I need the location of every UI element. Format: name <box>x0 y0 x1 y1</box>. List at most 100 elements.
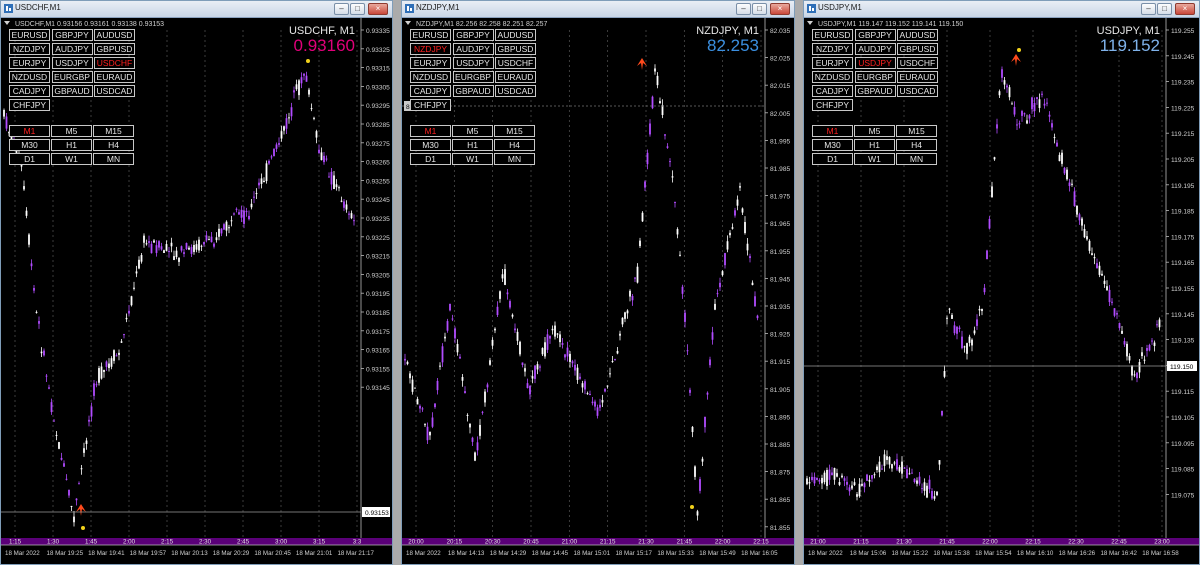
symbol-button-usdjpy[interactable]: USDJPY <box>51 57 93 69</box>
symbol-button-chfjpy[interactable]: CHFJPY <box>410 99 451 111</box>
maximize-button[interactable]: □ <box>1157 3 1172 15</box>
timeframe-button-m5[interactable]: M5 <box>51 125 92 137</box>
timeframe-button-h4[interactable]: H4 <box>93 139 134 151</box>
symbol-button-eurjpy[interactable]: EURJPY <box>9 57 50 69</box>
chart-area[interactable]: USDJPY,M1 119.147 119.152 119.141 119.15… <box>804 18 1199 564</box>
symbol-button-eurgbp[interactable]: EURGBP <box>452 71 494 83</box>
timeframe-button-m1[interactable]: M1 <box>812 125 853 137</box>
timeframe-button-m15[interactable]: M15 <box>93 125 134 137</box>
symbol-button-eurgbp[interactable]: EURGBP <box>854 71 896 83</box>
timeframe-button-h1[interactable]: H1 <box>452 139 493 151</box>
timeframe-button-w1[interactable]: W1 <box>854 153 895 165</box>
window-titlebar[interactable]: NZDJPY,M1 – □ × <box>402 1 794 18</box>
candle-body <box>963 346 966 348</box>
window-titlebar[interactable]: USDCHF,M1 – □ × <box>1 1 392 18</box>
timeframe-button-mn[interactable]: MN <box>896 153 937 165</box>
timeframe-button-m5[interactable]: M5 <box>452 125 493 137</box>
price-tick-label: 81.945 <box>770 276 791 283</box>
timeframe-button-d1[interactable]: D1 <box>410 153 451 165</box>
timeframe-button-m30[interactable]: M30 <box>410 139 451 151</box>
minimize-button[interactable]: – <box>736 3 751 15</box>
candle-body <box>308 89 310 95</box>
close-button[interactable]: × <box>770 3 790 15</box>
symbol-button-audusd[interactable]: AUDUSD <box>94 29 135 41</box>
symbol-button-euraud[interactable]: EURAUD <box>495 71 536 83</box>
symbol-button-usdjpy[interactable]: USDJPY <box>854 57 896 69</box>
symbol-button-gbpjpy[interactable]: GBPJPY <box>51 29 93 41</box>
symbol-button-usdcad[interactable]: USDCAD <box>495 85 536 97</box>
symbol-button-nzdjpy[interactable]: NZDJPY <box>410 43 451 55</box>
symbol-button-gbpaud[interactable]: GBPAUD <box>51 85 93 97</box>
timeframe-button-m15[interactable]: M15 <box>494 125 535 137</box>
chart-window-usdjpy[interactable]: USDJPY,M1 – □ × USDJPY,M1 119.147 119.15… <box>803 0 1200 565</box>
timeframe-button-mn[interactable]: MN <box>93 153 134 165</box>
price-tick-label: 119.185 <box>1171 209 1195 216</box>
minimize-button[interactable]: – <box>1141 3 1156 15</box>
symbol-button-usdjpy[interactable]: USDJPY <box>452 57 494 69</box>
timeframe-button-h1[interactable]: H1 <box>51 139 92 151</box>
symbol-button-usdchf[interactable]: USDCHF <box>94 57 135 69</box>
price-tick-label: 119.135 <box>1171 338 1195 345</box>
symbol-button-gbpusd[interactable]: GBPUSD <box>94 43 135 55</box>
timeframe-button-m15[interactable]: M15 <box>896 125 937 137</box>
symbol-button-gbpjpy[interactable]: GBPJPY <box>854 29 896 41</box>
symbol-button-gbpjpy[interactable]: GBPJPY <box>452 29 494 41</box>
symbol-button-eurusd[interactable]: EURUSD <box>9 29 50 41</box>
timeframe-button-m1[interactable]: M1 <box>9 125 50 137</box>
symbol-button-gbpusd[interactable]: GBPUSD <box>897 43 938 55</box>
chart-area[interactable]: USDCHF,M1 0.93156 0.93161 0.93138 0.9315… <box>1 18 392 564</box>
symbol-button-nzdusd[interactable]: NZDUSD <box>812 71 853 83</box>
window-titlebar[interactable]: USDJPY,M1 – □ × <box>804 1 1199 18</box>
symbol-button-cadjpy[interactable]: CADJPY <box>9 85 50 97</box>
maximize-button[interactable]: □ <box>752 3 767 15</box>
timeframe-button-m30[interactable]: M30 <box>9 139 50 151</box>
symbol-button-audjpy[interactable]: AUDJPY <box>452 43 494 55</box>
symbol-button-gbpusd[interactable]: GBPUSD <box>495 43 536 55</box>
symbol-button-audjpy[interactable]: AUDJPY <box>854 43 896 55</box>
symbol-button-chfjpy[interactable]: CHFJPY <box>9 99 50 111</box>
symbol-button-audusd[interactable]: AUDUSD <box>897 29 938 41</box>
symbol-button-audjpy[interactable]: AUDJPY <box>51 43 93 55</box>
symbol-button-eurusd[interactable]: EURUSD <box>410 29 451 41</box>
chart-window-nzdjpy[interactable]: NZDJPY,M1 – □ × NZDJPY,M1 82.256 82.258 … <box>401 0 795 565</box>
timeframe-button-d1[interactable]: D1 <box>9 153 50 165</box>
symbol-button-eurgbp[interactable]: EURGBP <box>51 71 93 83</box>
symbol-button-usdchf[interactable]: USDCHF <box>495 57 536 69</box>
symbol-button-usdcad[interactable]: USDCAD <box>94 85 135 97</box>
symbol-button-gbpaud[interactable]: GBPAUD <box>854 85 896 97</box>
symbol-button-nzdusd[interactable]: NZDUSD <box>9 71 50 83</box>
symbol-button-audusd[interactable]: AUDUSD <box>495 29 536 41</box>
symbol-button-euraud[interactable]: EURAUD <box>897 71 938 83</box>
symbol-button-eurusd[interactable]: EURUSD <box>812 29 853 41</box>
symbol-button-nzdusd[interactable]: NZDUSD <box>410 71 451 83</box>
candle-body <box>509 301 511 308</box>
timeframe-button-m1[interactable]: M1 <box>410 125 451 137</box>
symbol-button-gbpaud[interactable]: GBPAUD <box>452 85 494 97</box>
close-button[interactable]: × <box>1175 3 1195 15</box>
minimize-button[interactable]: – <box>334 3 349 15</box>
timeframe-button-h1[interactable]: H1 <box>854 139 895 151</box>
timeframe-button-d1[interactable]: D1 <box>812 153 853 165</box>
chart-window-usdchf[interactable]: USDCHF,M1 – □ × USDCHF,M1 0.93156 0.9316… <box>0 0 393 565</box>
timeframe-button-h4[interactable]: H4 <box>494 139 535 151</box>
timeframe-button-w1[interactable]: W1 <box>452 153 493 165</box>
symbol-button-nzdjpy[interactable]: NZDJPY <box>812 43 853 55</box>
close-button[interactable]: × <box>368 3 388 15</box>
symbol-button-chfjpy[interactable]: CHFJPY <box>812 99 853 111</box>
symbol-button-usdchf[interactable]: USDCHF <box>897 57 938 69</box>
candle-body <box>419 405 421 409</box>
timeframe-button-mn[interactable]: MN <box>494 153 535 165</box>
symbol-button-eurjpy[interactable]: EURJPY <box>812 57 853 69</box>
maximize-button[interactable]: □ <box>350 3 365 15</box>
symbol-button-cadjpy[interactable]: CADJPY <box>812 85 853 97</box>
timeframe-button-w1[interactable]: W1 <box>51 153 92 165</box>
symbol-button-euraud[interactable]: EURAUD <box>94 71 135 83</box>
symbol-button-eurjpy[interactable]: EURJPY <box>410 57 451 69</box>
timeframe-button-h4[interactable]: H4 <box>896 139 937 151</box>
symbol-button-nzdjpy[interactable]: NZDJPY <box>9 43 50 55</box>
symbol-button-usdcad[interactable]: USDCAD <box>897 85 938 97</box>
symbol-button-cadjpy[interactable]: CADJPY <box>410 85 451 97</box>
chart-area[interactable]: NZDJPY,M1 82.256 82.258 82.251 82.257 82.… <box>402 18 794 564</box>
timeframe-button-m30[interactable]: M30 <box>812 139 853 151</box>
timeframe-button-m5[interactable]: M5 <box>854 125 895 137</box>
